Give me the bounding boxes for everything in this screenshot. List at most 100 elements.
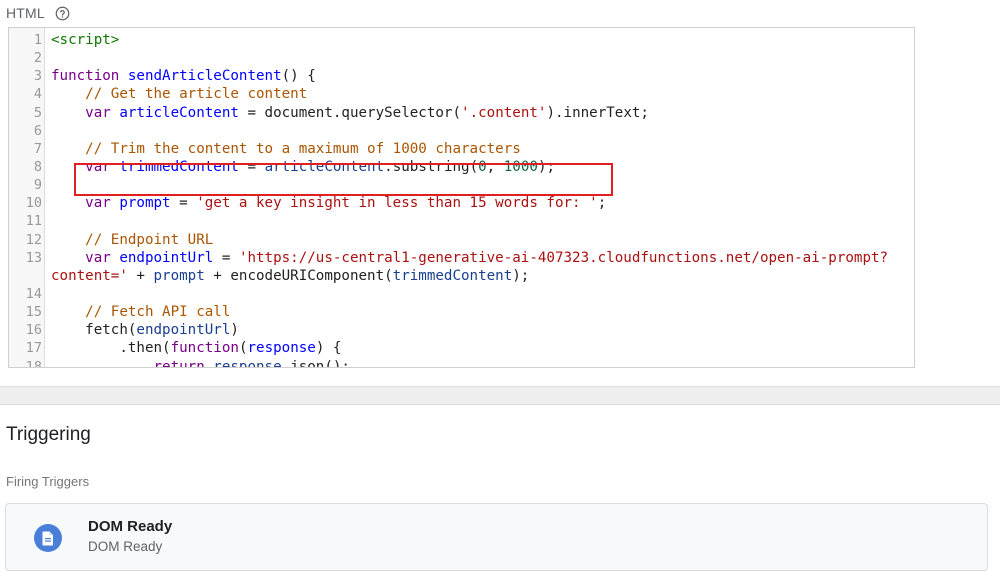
code-line: 2 — [9, 49, 914, 67]
code-token: .json(); — [281, 358, 350, 368]
line-number: 16 — [25, 322, 42, 339]
code-text: function sendArticleContent() { — [51, 67, 316, 85]
code-text: // Get the article content — [51, 85, 307, 103]
code-token: sendArticleContent — [127, 68, 282, 85]
line-number: 13 — [25, 249, 42, 266]
code-text: <script> — [51, 31, 119, 49]
code-text: var articleContent = document.querySelec… — [51, 104, 649, 122]
code-token: var — [85, 249, 111, 266]
code-text: var trimmedContent = articleContent.subs… — [51, 158, 555, 176]
code-token: ) { — [315, 340, 342, 357]
code-text: var prompt = 'get a key insight in less … — [51, 194, 606, 212]
code-text: // Trim the content to a maximum of 1000… — [51, 140, 521, 158]
code-token: = — [170, 195, 197, 212]
section-divider — [0, 386, 1000, 405]
line-number: 5 — [33, 104, 42, 121]
code-token: + encodeURIComponent( — [204, 267, 393, 284]
code-token: .then( — [51, 340, 171, 357]
code-token: <script> — [51, 32, 120, 48]
line-number: 4 — [33, 86, 42, 103]
code-token: fetch( — [51, 322, 137, 339]
code-line: 4 // Get the article content — [9, 85, 914, 103]
code-line: content=' + prompt + encodeURIComponent(… — [9, 267, 914, 285]
code-text: var endpointUrl = 'https://us-central1-g… — [51, 249, 888, 267]
code-line: 11 — [9, 212, 914, 230]
code-line: 3 function sendArticleContent() { — [9, 67, 914, 85]
triggering-title: Triggering — [6, 424, 91, 445]
code-token: '.content' — [461, 104, 547, 121]
code-token: content=' — [51, 267, 128, 284]
line-number: 15 — [25, 304, 42, 321]
code-token: endpointUrl — [136, 322, 231, 339]
code-token: var — [85, 104, 111, 121]
code-token: = document.querySelector( — [238, 104, 462, 121]
code-line: 13 var endpointUrl = 'https://us-central… — [9, 249, 914, 267]
code-token: 'https://us-central1-generative-ai-40732… — [238, 249, 889, 266]
code-line: 9 — [9, 176, 914, 194]
line-number: 14 — [25, 285, 42, 302]
code-text: // Fetch API call — [51, 303, 230, 321]
code-token: ); — [512, 267, 530, 284]
code-token: prompt — [119, 195, 171, 212]
code-editor[interactable]: 1 <script> 2 3 function sendArticleContent()… — [8, 27, 915, 368]
code-token: , — [486, 158, 504, 175]
code-token: endpointUrl — [119, 249, 214, 266]
code-line: 7 // Trim the content to a maximum of 10… — [9, 140, 914, 158]
line-number: 1 — [33, 32, 42, 48]
code-token: response — [213, 358, 282, 368]
trigger-card-dom-ready[interactable]: DOM Ready DOM Ready — [5, 503, 988, 571]
code-token: return — [153, 358, 205, 368]
code-token: ) — [230, 322, 239, 339]
trigger-name: DOM Ready — [88, 518, 173, 535]
document-icon — [34, 524, 62, 552]
code-token: // Trim the content to a maximum of 1000… — [85, 140, 521, 157]
code-line: 17 .then(function(response) { — [9, 339, 914, 357]
code-line: 8 var trimmedContent = articleContent.su… — [9, 158, 914, 176]
line-number: 10 — [25, 195, 42, 212]
html-section-label: HTML — [6, 5, 45, 21]
code-token: 0 — [478, 158, 487, 175]
code-text: return response.json(); — [51, 358, 350, 368]
code-token: 1000 — [503, 158, 538, 175]
line-number: 9 — [33, 177, 42, 194]
line-number: 6 — [33, 122, 42, 139]
code-token: = — [213, 249, 239, 266]
code-text: content=' + prompt + encodeURIComponent(… — [51, 267, 529, 285]
firing-triggers-label: Firing Triggers — [6, 474, 90, 489]
line-number: 18 — [25, 358, 42, 368]
code-token: .substring( — [384, 158, 479, 175]
help-circle-icon[interactable] — [55, 6, 70, 21]
code-token: prompt — [153, 267, 205, 284]
code-token: // Fetch API call — [85, 304, 231, 321]
code-line: 18 return response.json(); — [9, 358, 914, 368]
code-token: function — [51, 68, 120, 85]
code-token: ).innerText; — [546, 104, 649, 121]
code-token: var — [85, 195, 111, 212]
line-number: 17 — [25, 340, 42, 357]
code-token: ; — [597, 195, 607, 212]
line-number: 11 — [25, 213, 42, 230]
line-number: 8 — [33, 158, 42, 175]
code-token: var — [85, 158, 111, 175]
trigger-type: DOM Ready — [88, 539, 163, 554]
code-token: articleContent — [119, 104, 239, 121]
code-line: 6 — [9, 122, 914, 140]
code-token: trimmedContent — [119, 158, 239, 175]
line-number: 2 — [33, 50, 42, 67]
code-text: .then(function(response) { — [51, 339, 341, 357]
code-lines: 1 <script> 2 3 function sendArticleContent()… — [9, 31, 914, 368]
code-token: articleContent — [264, 158, 385, 175]
code-token: trimmedContent — [392, 267, 513, 284]
code-token: function — [170, 340, 239, 357]
code-line: 15 // Fetch API call — [9, 303, 914, 321]
code-line: 5 var articleContent = document.querySel… — [9, 104, 914, 122]
line-number: 12 — [25, 231, 42, 248]
